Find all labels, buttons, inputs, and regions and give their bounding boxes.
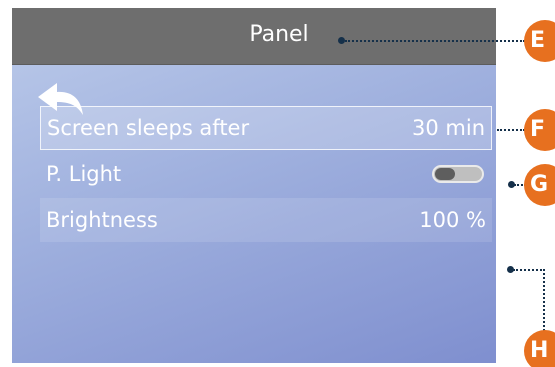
pilot-light-row: P. Light — [40, 152, 492, 196]
callout-g-badge: G — [524, 164, 555, 206]
toggle-knob — [435, 168, 455, 180]
title-bar: Panel — [12, 8, 496, 65]
pilot-light-toggle[interactable] — [432, 165, 484, 183]
callout-e-dot — [338, 37, 345, 44]
screen-sleep-label: Screen sleeps after — [47, 116, 250, 140]
brightness-row[interactable]: Brightness 100 % — [40, 198, 492, 242]
panel-settings-figure: Panel Screen sleeps after 30 min P. Ligh… — [0, 0, 555, 367]
screen-sleep-value: 30 min — [412, 116, 485, 140]
brightness-label: Brightness — [46, 208, 158, 232]
pilot-light-label: P. Light — [46, 162, 122, 186]
page-title: Panel — [249, 22, 309, 47]
callout-e-badge: E — [524, 20, 555, 62]
callout-f-line — [497, 129, 525, 131]
device-screen: Panel Screen sleeps after 30 min P. Ligh… — [12, 8, 496, 363]
callout-h-line-horizontal — [513, 269, 545, 271]
callout-h-line-vertical — [543, 269, 545, 331]
callout-f-badge: F — [524, 109, 555, 151]
screen-sleep-row[interactable]: Screen sleeps after 30 min — [40, 106, 492, 150]
brightness-value: 100 % — [419, 208, 486, 232]
callout-h-badge: H — [524, 330, 555, 367]
callout-e-line — [345, 40, 525, 42]
